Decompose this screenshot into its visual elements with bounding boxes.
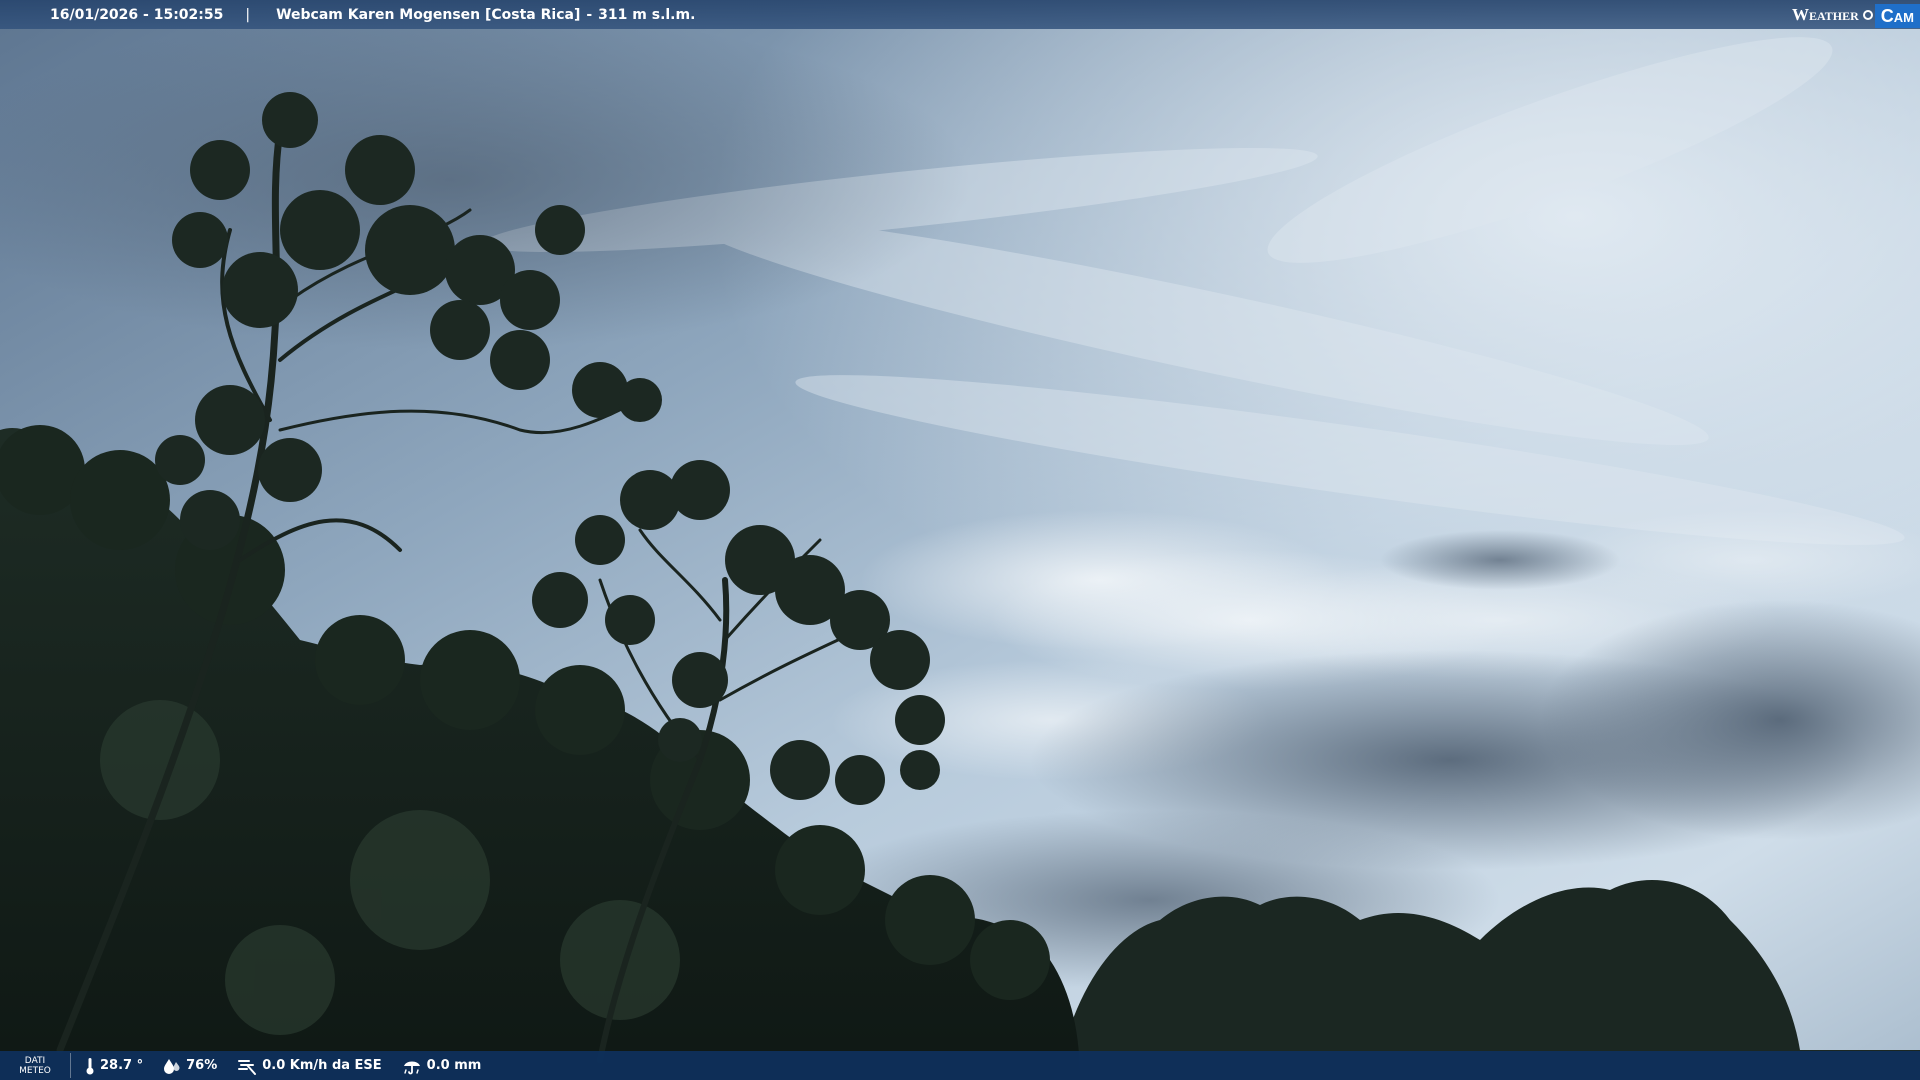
top-info-bar: 16/01/2026 - 15:02:55 | Webcam Karen Mog… [0,0,1920,29]
wind-value: 0.0 Km/h da ESE [262,1058,382,1073]
rain-value: 0.0 mm [426,1058,482,1073]
capture-datetime: 16/01/2026 - 15:02:55 [50,6,224,23]
logo-cam-text: Cam [1874,3,1920,28]
wind-reading: 0.0 Km/h da ESE [237,1057,382,1075]
humidity-value: 76% [186,1058,218,1073]
weather-data-label: DATI METEO [0,1053,71,1078]
header-dash: - [586,6,593,23]
logo-weather-text: Weather [1791,4,1859,24]
thermometer-icon [86,1057,94,1074]
rain-icon [403,1061,420,1074]
temperature-value: 28.7 ° [100,1058,144,1073]
header-separator: | [245,6,251,23]
altitude: 311 m s.l.m. [598,6,696,23]
humidity-drop-icon [164,1058,180,1074]
weathercam-logo: Weather Cam [1792,0,1920,29]
webcam-scene [0,0,1920,1080]
humidity-reading: 76% [163,1058,217,1074]
webcam-frame: 16/01/2026 - 15:02:55 | Webcam Karen Mog… [0,0,1920,1080]
temperature-reading: 28.7 ° [85,1057,143,1075]
rain-reading: 0.0 mm [402,1057,482,1075]
wind-icon [238,1059,257,1075]
logo-ring-icon [1862,9,1873,20]
weather-data-bar: DATI METEO 28.7 ° 76% 0.0 Km/h da ESE 0.… [0,1051,1920,1080]
webcam-name: Webcam Karen Mogensen [Costa Rica] [276,6,581,23]
